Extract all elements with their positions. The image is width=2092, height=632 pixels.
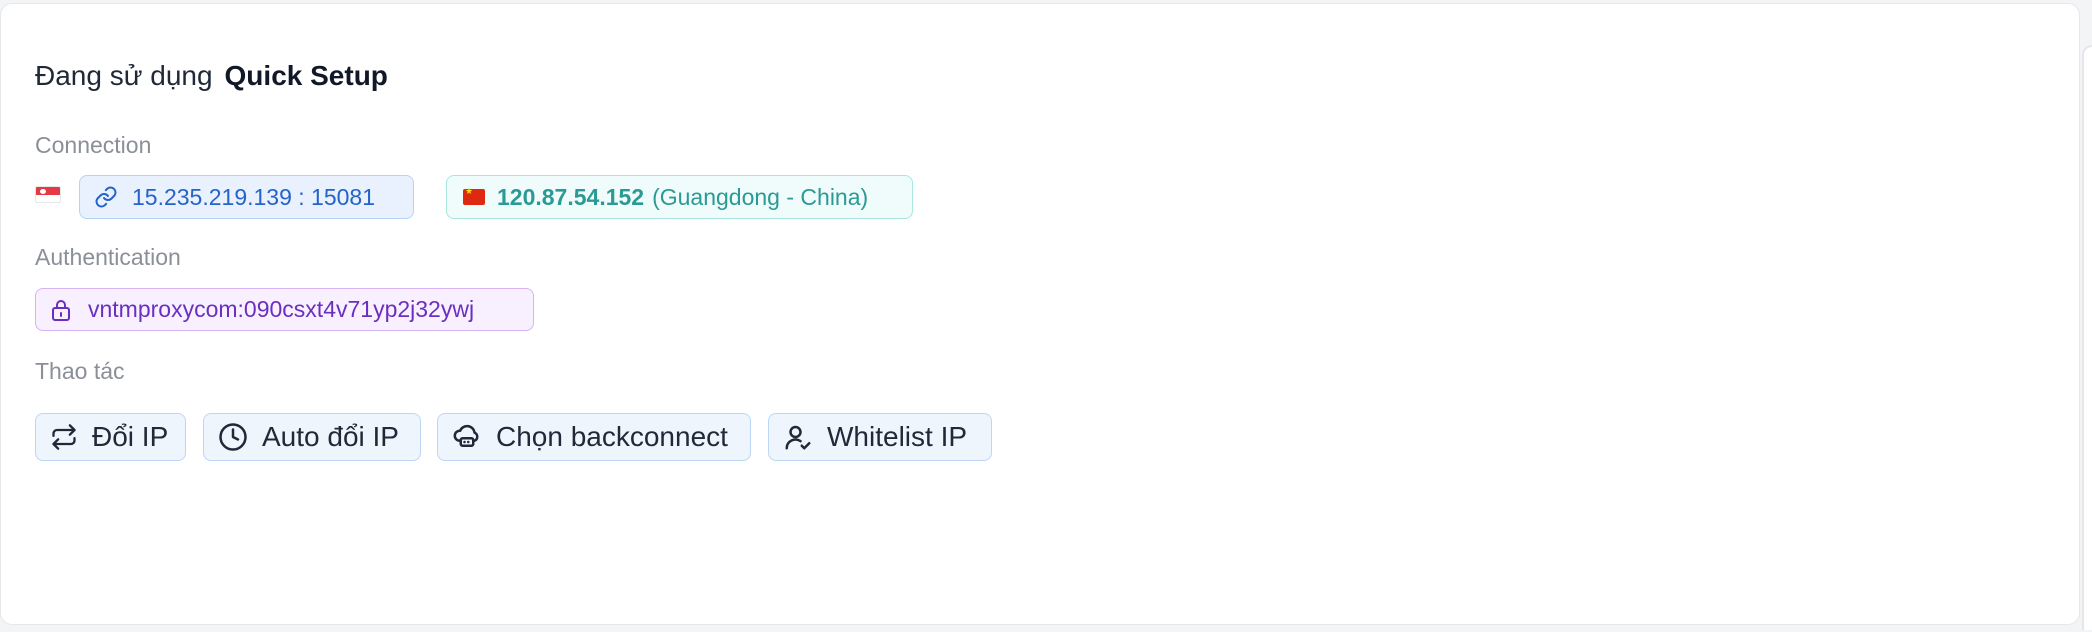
choose-backconnect-button[interactable]: Chọn backconnect bbox=[437, 413, 751, 461]
singapore-flag-icon bbox=[35, 186, 61, 203]
choose-backconnect-label: Chọn backconnect bbox=[496, 421, 728, 452]
link-icon bbox=[94, 185, 118, 209]
proxy-address: 15.235.219.139 : 15081 bbox=[132, 183, 376, 210]
swap-icon bbox=[50, 423, 78, 451]
exit-location: (Guangdong - China) bbox=[652, 183, 869, 210]
whitelist-ip-button[interactable]: Whitelist IP bbox=[768, 413, 992, 461]
actions-label: Thao tác bbox=[35, 358, 125, 384]
change-ip-button[interactable]: Đổi IP bbox=[35, 413, 186, 461]
proxy-address-chip[interactable]: 15.235.219.139 : 15081 bbox=[79, 175, 414, 219]
proxy-info-card: Đang sử dụng Quick Setup Connection 15.23… bbox=[0, 3, 2080, 625]
change-ip-label: Đổi IP bbox=[92, 421, 169, 452]
package-name: Quick Setup bbox=[224, 60, 388, 91]
credentials: vntmproxycom:090csxt4v71yp2j32ywj bbox=[88, 296, 475, 322]
lock-icon bbox=[50, 298, 72, 322]
auto-change-ip-label: Auto đổi IP bbox=[262, 421, 399, 452]
authentication-label: Authentication bbox=[35, 244, 181, 270]
title-prefix: Đang sử dụng bbox=[35, 60, 213, 91]
exit-ip: 120.87.54.152 bbox=[497, 183, 645, 210]
china-flag-icon bbox=[463, 187, 485, 205]
clock-icon bbox=[218, 422, 248, 452]
cloud-router-icon bbox=[452, 422, 482, 452]
credentials-chip[interactable]: vntmproxycom:090csxt4v71yp2j32ywj bbox=[35, 288, 534, 331]
whitelist-ip-label: Whitelist IP bbox=[827, 421, 968, 452]
connection-label: Connection bbox=[35, 132, 152, 158]
exit-ip-chip[interactable]: 120.87.54.152 (Guangdong - China) bbox=[446, 175, 913, 219]
adjacent-panel-edge bbox=[2082, 45, 2092, 630]
user-check-icon bbox=[783, 422, 813, 452]
auto-change-ip-button[interactable]: Auto đổi IP bbox=[203, 413, 421, 461]
page-title: Đang sử dụng Quick Setup bbox=[35, 60, 388, 92]
